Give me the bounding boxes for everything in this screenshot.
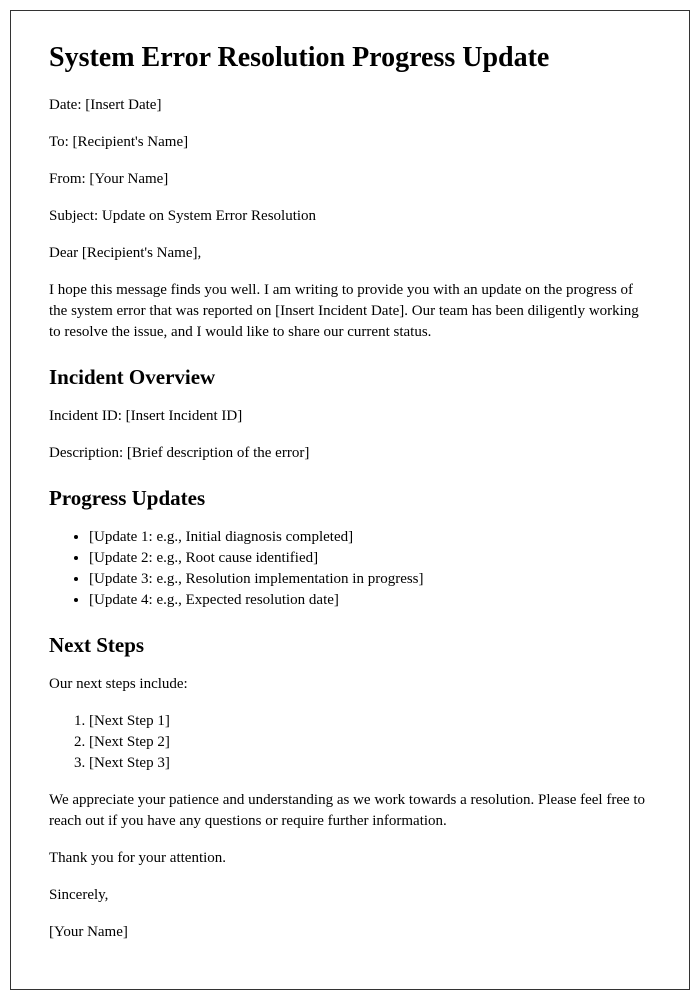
list-item: [Next Step 2] bbox=[89, 732, 651, 753]
list-item: [Update 1: e.g., Initial diagnosis compl… bbox=[89, 527, 651, 548]
subject-line: Subject: Update on System Error Resoluti… bbox=[49, 206, 651, 227]
document-title: System Error Resolution Progress Update bbox=[49, 41, 651, 75]
incident-heading: Incident Overview bbox=[49, 365, 651, 390]
to-line: To: [Recipient's Name] bbox=[49, 132, 651, 153]
incident-id: Incident ID: [Insert Incident ID] bbox=[49, 406, 651, 427]
next-steps-heading: Next Steps bbox=[49, 633, 651, 658]
signoff: Sincerely, bbox=[49, 885, 651, 906]
document-page: System Error Resolution Progress Update … bbox=[10, 10, 690, 990]
list-item: [Next Step 3] bbox=[89, 753, 651, 774]
appreciation-paragraph: We appreciate your patience and understa… bbox=[49, 790, 651, 832]
signature-name: [Your Name] bbox=[49, 922, 651, 943]
date-line: Date: [Insert Date] bbox=[49, 95, 651, 116]
thanks-line: Thank you for your attention. bbox=[49, 848, 651, 869]
next-steps-intro: Our next steps include: bbox=[49, 674, 651, 695]
progress-list: [Update 1: e.g., Initial diagnosis compl… bbox=[89, 527, 651, 611]
list-item: [Update 2: e.g., Root cause identified] bbox=[89, 548, 651, 569]
intro-paragraph: I hope this message finds you well. I am… bbox=[49, 280, 651, 343]
next-steps-list: [Next Step 1] [Next Step 2] [Next Step 3… bbox=[89, 711, 651, 774]
list-item: [Update 3: e.g., Resolution implementati… bbox=[89, 569, 651, 590]
list-item: [Update 4: e.g., Expected resolution dat… bbox=[89, 590, 651, 611]
from-line: From: [Your Name] bbox=[49, 169, 651, 190]
list-item: [Next Step 1] bbox=[89, 711, 651, 732]
incident-description: Description: [Brief description of the e… bbox=[49, 443, 651, 464]
progress-heading: Progress Updates bbox=[49, 486, 651, 511]
salutation: Dear [Recipient's Name], bbox=[49, 243, 651, 264]
